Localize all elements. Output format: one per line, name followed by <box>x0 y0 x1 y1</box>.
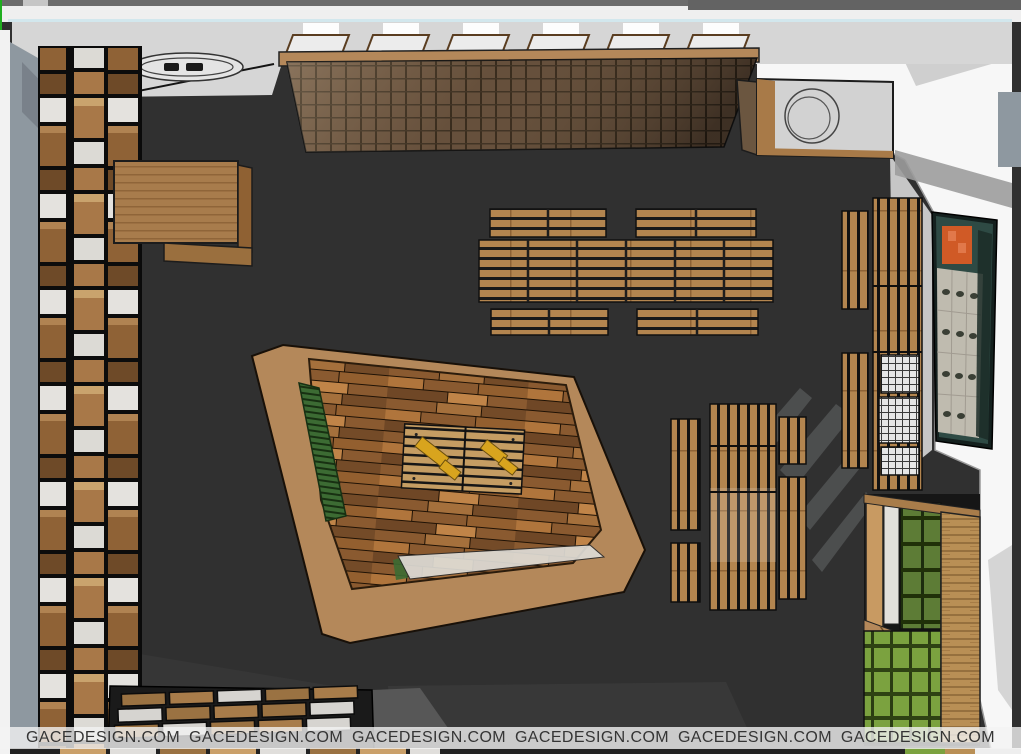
mesh-basket <box>881 447 919 475</box>
watermark-text: GACEDESIGN.COM <box>515 729 669 747</box>
watermark-text: GACEDESIGN.COM <box>26 729 180 747</box>
vertical-slat-tables <box>671 404 806 610</box>
watermark-text: GACEDESIGN.COM <box>352 729 506 747</box>
hanging-slat-panel <box>279 48 759 152</box>
poster-orange-block <box>942 226 972 264</box>
watermark-text: GACEDESIGN.COM <box>189 729 343 747</box>
ceiling-round-fixture <box>131 53 243 81</box>
watermark-band: GACEDESIGN.COM GACEDESIGN.COM GACEDESIGN… <box>0 727 1021 749</box>
mesh-basket <box>879 397 919 443</box>
wall-poster <box>932 212 997 449</box>
spotlight-icon <box>164 63 179 71</box>
interior-render <box>0 0 1021 754</box>
green-shelf-cabinet <box>864 494 980 746</box>
watermark-text: GACEDESIGN.COM <box>678 729 832 747</box>
spotlight-icon <box>186 63 203 71</box>
watermark-text: GACEDESIGN.COM <box>841 729 995 747</box>
skylight-strip <box>8 19 1012 22</box>
render-canvas: GACEDESIGN.COM GACEDESIGN.COM GACEDESIGN… <box>0 0 1021 754</box>
left-cube-shelving <box>38 46 142 754</box>
mesh-basket <box>881 355 919 393</box>
